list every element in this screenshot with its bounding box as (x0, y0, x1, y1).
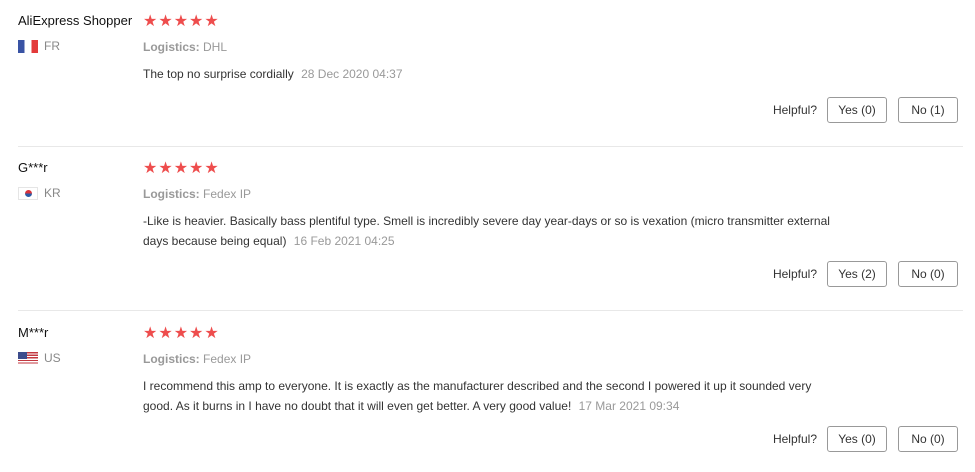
reviewer-name: AliExpress Shopper (18, 13, 133, 28)
reviewer-country: KR (18, 186, 61, 200)
star-icon: ★ (173, 325, 189, 342)
helpful-no-button[interactable]: No (0) (898, 426, 958, 452)
logistics-info: Logistics: DHL (143, 40, 227, 54)
star-icon: ★ (204, 160, 219, 177)
helpful-no-button[interactable]: No (1) (898, 97, 958, 123)
helpful-controls: Helpful? Yes (0) No (0) (773, 426, 975, 452)
review-divider (18, 146, 963, 147)
country-code: US (44, 351, 61, 365)
country-code: FR (44, 39, 60, 53)
star-rating: ★ ★ ★ ★ ★ (143, 14, 219, 30)
star-icon: ★ (189, 325, 204, 342)
logistics-label: Logistics: (143, 40, 200, 54)
helpful-controls: Helpful? Yes (0) No (1) (773, 97, 975, 123)
helpful-yes-button[interactable]: Yes (0) (827, 426, 887, 452)
review-body: -Like is heavier. Basically bass plentif… (143, 214, 830, 248)
review-text: The top no surprise cordially 28 Dec 202… (143, 64, 843, 84)
logistics-info: Logistics: Fedex IP (143, 187, 251, 201)
star-icon: ★ (158, 160, 173, 177)
star-icon: ★ (189, 13, 204, 30)
review-body: I recommend this amp to everyone. It is … (143, 379, 812, 413)
logistics-value: Fedex IP (203, 187, 252, 201)
review-divider (18, 310, 963, 311)
flag-fr-icon (18, 39, 38, 53)
reviewer-name: M***r (18, 325, 49, 340)
flag-us-icon (18, 351, 38, 365)
reviewer-country: FR (18, 39, 60, 53)
reviewer-name: G***r (18, 160, 48, 175)
star-icon: ★ (158, 13, 173, 30)
logistics-info: Logistics: Fedex IP (143, 352, 251, 366)
logistics-value: Fedex IP (203, 352, 252, 366)
helpful-yes-button[interactable]: Yes (2) (827, 261, 887, 287)
review-body: The top no surprise cordially (143, 67, 294, 81)
star-icon: ★ (143, 325, 158, 342)
logistics-value: DHL (203, 40, 228, 54)
star-icon: ★ (173, 13, 189, 30)
review-date: 28 Dec 2020 04:37 (301, 67, 403, 81)
star-icon: ★ (204, 13, 219, 30)
reviewer-country: US (18, 351, 61, 365)
country-code: KR (44, 186, 61, 200)
star-rating: ★ ★ ★ ★ ★ (143, 326, 219, 342)
helpful-label: Helpful? (772, 103, 817, 117)
review-date: 16 Feb 2021 04:25 (293, 234, 395, 248)
star-icon: ★ (204, 325, 219, 342)
helpful-yes-button[interactable]: Yes (0) (827, 97, 887, 123)
star-icon: ★ (158, 325, 173, 342)
helpful-no-button[interactable]: No (0) (898, 261, 958, 287)
helpful-label: Helpful? (772, 432, 817, 446)
helpful-label: Helpful? (772, 267, 817, 281)
star-icon: ★ (173, 160, 189, 177)
logistics-label: Logistics: (143, 187, 200, 201)
logistics-label: Logistics: (143, 352, 200, 366)
review-text: -Like is heavier. Basically bass plentif… (143, 211, 843, 251)
star-icon: ★ (143, 13, 158, 30)
star-icon: ★ (143, 160, 158, 177)
review-text: I recommend this amp to everyone. It is … (143, 376, 843, 416)
star-rating: ★ ★ ★ ★ ★ (143, 161, 219, 177)
helpful-controls: Helpful? Yes (2) No (0) (773, 261, 975, 287)
review-date: 17 Mar 2021 09:34 (578, 399, 680, 413)
flag-kr-icon (18, 186, 38, 200)
star-icon: ★ (189, 160, 204, 177)
